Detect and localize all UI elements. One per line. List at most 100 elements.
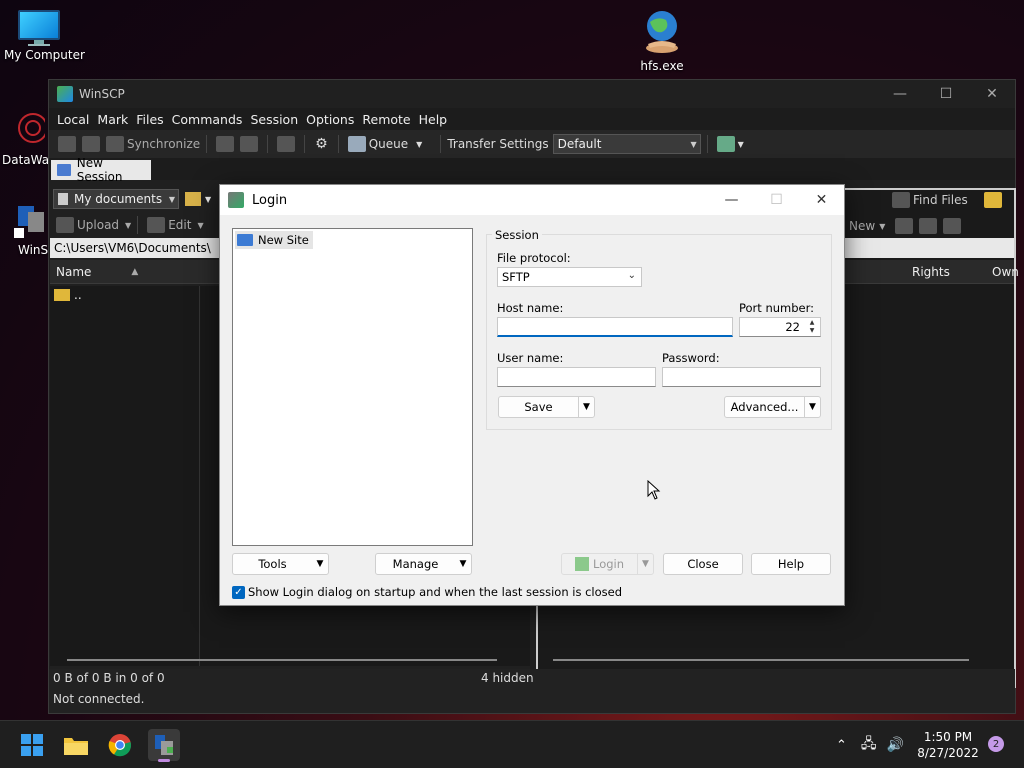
taskbar-winscp[interactable]: [148, 729, 180, 762]
chevron-down-icon[interactable]: ▼: [455, 554, 471, 574]
maximize-icon[interactable]: ☐: [923, 80, 969, 108]
status-hidden[interactable]: 4 hidden: [481, 671, 534, 685]
left-hscrollbar[interactable]: [67, 659, 497, 661]
menu-remote[interactable]: Remote: [362, 112, 410, 127]
menu-help[interactable]: Help: [419, 112, 448, 127]
menu-commands[interactable]: Commands: [172, 112, 243, 127]
toolbar-icon-5[interactable]: [277, 136, 296, 152]
site-item-new-site[interactable]: New Site: [235, 231, 313, 249]
menu-mark[interactable]: Mark: [97, 112, 128, 127]
taskbar-file-explorer[interactable]: [60, 729, 92, 761]
advanced-button[interactable]: Advanced... ▼: [724, 396, 821, 418]
tab-new-session[interactable]: New Session: [51, 156, 151, 184]
statusbar: 0 B of 0 B in 0 of 0 4 hidden Not connec…: [49, 669, 1015, 713]
globe-icon: [646, 11, 678, 53]
column-rights[interactable]: Rights: [912, 265, 950, 279]
help-button[interactable]: Help: [751, 553, 831, 575]
manage-button[interactable]: Manage ▼: [375, 553, 472, 575]
show-login-label: Show Login dialog on startup and when th…: [248, 585, 623, 599]
new-session-icon: [57, 164, 71, 176]
synchronize-button[interactable]: Synchronize: [127, 137, 200, 151]
sync-browse-icon[interactable]: [716, 136, 735, 152]
site-tree[interactable]: New Site: [232, 228, 473, 546]
toolbar-icon-4[interactable]: [240, 136, 259, 152]
chevron-down-icon[interactable]: ▼: [804, 397, 820, 417]
host-name-label: Host name:: [497, 301, 564, 315]
toolbar-icon-2[interactable]: [82, 136, 100, 152]
upload-icon: [56, 217, 74, 233]
tools-label: Tools: [258, 557, 287, 571]
edit-icon: [147, 217, 166, 233]
chevron-down-icon[interactable]: ▼: [312, 554, 328, 574]
minimize-icon[interactable]: —: [709, 185, 754, 215]
toolbar-icon-3[interactable]: [216, 136, 235, 152]
show-login-checkbox-row[interactable]: ✓ Show Login dialog on startup and when …: [232, 585, 622, 599]
toolbar-icon-1[interactable]: [58, 136, 76, 152]
menu-local[interactable]: Local: [57, 112, 89, 127]
chevron-down-icon[interactable]: ▼: [416, 140, 422, 149]
port-stepper[interactable]: ▲ ▼: [806, 319, 818, 335]
toolbar-icon-7[interactable]: [919, 218, 938, 234]
start-button[interactable]: [16, 729, 48, 761]
login-button[interactable]: Login ▼: [561, 553, 654, 575]
tools-button[interactable]: Tools ▼: [232, 553, 329, 575]
transfer-settings-combo[interactable]: Default ▼: [552, 134, 701, 154]
login-titlebar[interactable]: Login — ☐ ✕: [220, 185, 844, 215]
chevron-down-icon[interactable]: ▼: [578, 397, 594, 417]
new-button[interactable]: New: [849, 219, 875, 233]
minimize-icon[interactable]: —: [877, 80, 923, 108]
notification-badge[interactable]: 2: [988, 736, 1004, 752]
host-name-input[interactable]: [497, 317, 733, 337]
list-item[interactable]: ..: [54, 288, 82, 302]
close-icon[interactable]: ✕: [799, 185, 844, 215]
column-name[interactable]: Name: [56, 265, 91, 279]
tree-icon[interactable]: [983, 192, 1002, 208]
desktop-icon-hfs[interactable]: hfs.exe: [632, 8, 692, 73]
queue-button[interactable]: Queue: [369, 137, 408, 151]
find-files-button[interactable]: Find Files: [913, 193, 968, 207]
chevron-down-icon[interactable]: ▼: [879, 222, 885, 231]
right-toolbar-top: Find Files: [889, 190, 1005, 210]
chevron-up-icon[interactable]: ⌃: [836, 738, 847, 753]
file-protocol-select[interactable]: SFTP ⌄: [497, 267, 642, 287]
save-label: Save: [524, 400, 553, 414]
password-input[interactable]: [662, 367, 821, 387]
chevron-down-icon[interactable]: ▼: [738, 140, 744, 149]
column-owner[interactable]: Own: [992, 265, 1019, 279]
open-folder-icon[interactable]: [185, 192, 201, 206]
save-button[interactable]: Save ▼: [498, 396, 595, 418]
network-icon[interactable]: 🖧: [861, 733, 877, 757]
close-button[interactable]: Close: [663, 553, 743, 575]
location-value: My documents: [74, 192, 163, 206]
system-tray: ⌃ 🖧 🔊: [836, 721, 904, 768]
close-icon[interactable]: ✕: [969, 80, 1015, 108]
gear-icon[interactable]: ⚙: [315, 136, 328, 152]
file-protocol-value: SFTP: [502, 270, 530, 284]
menu-session[interactable]: Session: [250, 112, 298, 127]
toolbar-icon-6[interactable]: [895, 218, 914, 234]
right-hscrollbar[interactable]: [553, 659, 969, 661]
taskbar-chrome[interactable]: [104, 729, 136, 761]
desktop-icon-my-computer[interactable]: My Computer: [4, 10, 85, 62]
toolbar-icon-8[interactable]: [943, 218, 962, 234]
login-app-icon: [228, 192, 244, 208]
menu-files[interactable]: Files: [136, 112, 163, 127]
clock[interactable]: 1:50 PM 8/27/2022: [914, 729, 982, 761]
left-path: C:\Users\VM6\Documents\: [54, 241, 211, 255]
synchronize-icon[interactable]: [106, 136, 124, 152]
chevron-down-icon[interactable]: ▼: [125, 221, 131, 230]
menu-options[interactable]: Options: [306, 112, 354, 127]
desktop-icon-datawag[interactable]: DataWag: [0, 108, 57, 167]
edit-button[interactable]: Edit: [168, 218, 191, 232]
folder-icon: [64, 738, 88, 755]
volume-icon[interactable]: 🔊: [887, 737, 904, 753]
chevron-down-icon[interactable]: ▼: [197, 221, 203, 230]
help-label: Help: [777, 557, 805, 571]
chevron-down-icon[interactable]: ▼: [205, 195, 211, 204]
upload-button[interactable]: Upload: [77, 218, 119, 232]
show-login-checkbox[interactable]: ✓: [232, 585, 245, 599]
desktop-icon-winscp[interactable]: WinSC: [12, 202, 57, 257]
location-combo[interactable]: My documents ▼: [53, 189, 179, 209]
user-name-input[interactable]: [497, 367, 656, 387]
winscp-titlebar[interactable]: WinSCP — ☐ ✕: [49, 80, 1015, 108]
